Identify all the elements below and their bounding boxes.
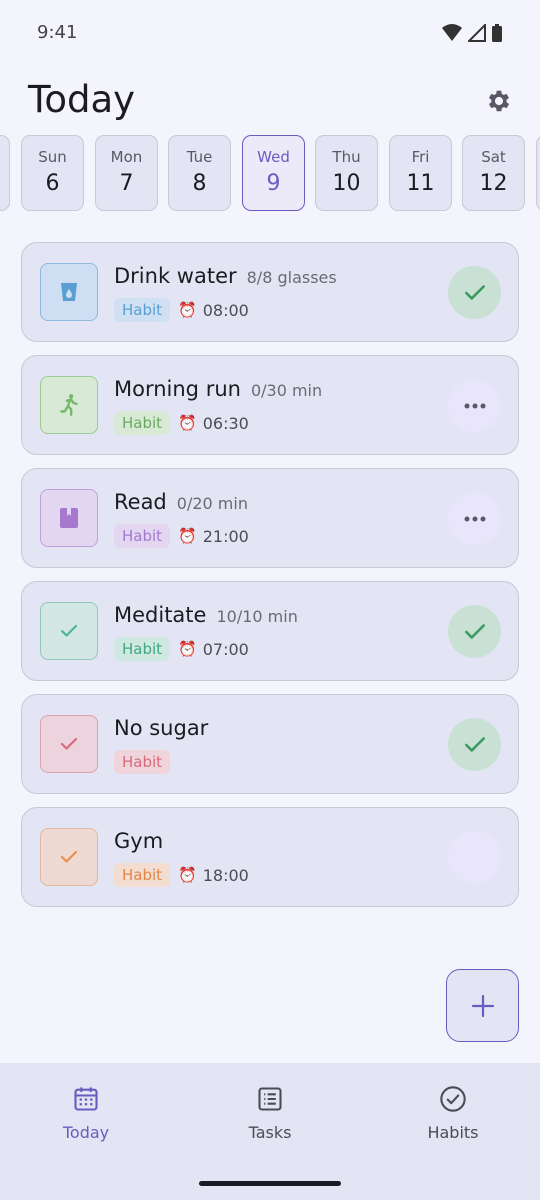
task-progress: 10/10 min bbox=[216, 607, 298, 626]
alarm-clock-icon: ⏰ bbox=[178, 640, 197, 658]
date-chip-mon[interactable]: Mon 7 bbox=[95, 135, 158, 211]
task-card-morning-run[interactable]: Morning run 0/30 min Habit ⏰ 06:30 bbox=[21, 355, 519, 455]
settings-button[interactable] bbox=[482, 84, 516, 118]
date-chip-thu[interactable]: Thu 10 bbox=[315, 135, 378, 211]
task-card-meditate[interactable]: Meditate 10/10 min Habit ⏰ 07:00 bbox=[21, 581, 519, 681]
habit-tag: Habit bbox=[114, 524, 171, 548]
nav-label: Habits bbox=[427, 1123, 479, 1142]
page-title: Today bbox=[28, 78, 136, 121]
battery-icon bbox=[492, 24, 502, 42]
task-title: Read bbox=[114, 490, 167, 514]
habit-tag: Habit bbox=[114, 750, 171, 774]
task-title: Gym bbox=[114, 829, 164, 853]
calendar-icon bbox=[74, 1087, 98, 1111]
task-title: Meditate bbox=[114, 603, 207, 627]
task-card-no-sugar[interactable]: No sugar Habit bbox=[21, 694, 519, 794]
date-chip-dow: Fri bbox=[411, 148, 430, 166]
habit-tag: Habit bbox=[114, 637, 171, 661]
date-chip-dom: 12 bbox=[479, 171, 508, 196]
alarm-clock-icon: ⏰ bbox=[178, 527, 197, 545]
habit-tag: Habit bbox=[114, 298, 171, 322]
task-time: 08:00 bbox=[202, 300, 249, 320]
list-icon bbox=[258, 1087, 282, 1111]
alarm-clock-icon: ⏰ bbox=[178, 866, 197, 884]
date-chip-dom: 9 bbox=[266, 171, 281, 196]
date-chip-sat[interactable]: Sat 12 bbox=[462, 135, 525, 211]
status-icons bbox=[442, 24, 502, 42]
book-icon bbox=[40, 489, 98, 547]
signal-icon bbox=[468, 24, 486, 42]
nav-label: Today bbox=[62, 1123, 110, 1142]
home-indicator[interactable] bbox=[199, 1181, 341, 1186]
complete-button[interactable] bbox=[448, 605, 501, 658]
add-button[interactable] bbox=[446, 969, 519, 1042]
bottom-nav: Today Tasks Habits bbox=[0, 1063, 540, 1200]
task-time: 06:30 bbox=[202, 413, 249, 433]
task-time: 21:00 bbox=[202, 526, 249, 546]
more-horizontal-icon bbox=[464, 403, 485, 408]
date-chip-wed-selected[interactable]: Wed 9 bbox=[242, 135, 305, 211]
check-icon bbox=[464, 736, 485, 752]
nav-label: Tasks bbox=[248, 1123, 292, 1142]
check-icon bbox=[40, 828, 98, 886]
water-glass-icon bbox=[40, 263, 98, 321]
task-title: Morning run bbox=[114, 377, 241, 401]
task-time: 07:00 bbox=[202, 639, 249, 659]
nav-item-habits[interactable]: Habits bbox=[393, 1085, 513, 1142]
date-chip-dom: 6 bbox=[45, 171, 60, 196]
date-chip-dow: Mon bbox=[110, 148, 143, 166]
date-chip-tue[interactable]: Tue 8 bbox=[168, 135, 231, 211]
task-progress: 0/20 min bbox=[176, 494, 248, 513]
date-chip-dom: 10 bbox=[332, 171, 361, 196]
task-card-gym[interactable]: Gym Habit ⏰ 18:00 bbox=[21, 807, 519, 907]
more-options-button[interactable] bbox=[448, 492, 501, 545]
habit-tag: Habit bbox=[114, 411, 171, 435]
task-title: No sugar bbox=[114, 716, 209, 740]
nav-item-tasks[interactable]: Tasks bbox=[210, 1085, 330, 1142]
header: Today bbox=[0, 70, 540, 130]
task-progress: 8/8 glasses bbox=[246, 268, 337, 287]
date-chip-dom: 8 bbox=[192, 171, 207, 196]
alarm-clock-icon: ⏰ bbox=[178, 414, 197, 432]
nav-item-today[interactable]: Today bbox=[26, 1085, 146, 1142]
status-bar: 9:41 bbox=[0, 0, 540, 66]
complete-button[interactable] bbox=[448, 266, 501, 319]
check-icon bbox=[464, 623, 485, 639]
habit-tag: Habit bbox=[114, 863, 171, 887]
date-chip-next[interactable] bbox=[536, 135, 540, 211]
complete-button[interactable] bbox=[448, 718, 501, 771]
check-icon bbox=[40, 602, 98, 660]
date-chip-dow: Sat bbox=[481, 148, 506, 166]
date-chip-dow: Wed bbox=[257, 148, 290, 166]
date-chip-dom: 11 bbox=[406, 171, 435, 196]
date-chip-dow: Sun bbox=[38, 148, 67, 166]
check-circle-icon bbox=[440, 1086, 466, 1112]
alarm-clock-icon: ⏰ bbox=[178, 301, 197, 319]
complete-button[interactable] bbox=[448, 831, 501, 884]
wifi-icon bbox=[442, 24, 462, 41]
more-options-button[interactable] bbox=[448, 379, 501, 432]
check-icon bbox=[40, 715, 98, 773]
date-chip-sun[interactable]: Sun 6 bbox=[21, 135, 84, 211]
status-time: 9:41 bbox=[37, 22, 78, 43]
date-chip-fri[interactable]: Fri 11 bbox=[389, 135, 452, 211]
plus-icon bbox=[471, 994, 494, 1017]
check-icon bbox=[464, 284, 485, 300]
task-card-read[interactable]: Read 0/20 min Habit ⏰ 21:00 bbox=[21, 468, 519, 568]
date-chip-prev[interactable] bbox=[0, 135, 10, 211]
task-progress: 0/30 min bbox=[250, 381, 323, 400]
date-chip-dow: Thu bbox=[332, 148, 361, 166]
date-strip: Sun 6 Mon 7 Tue 8 Wed 9 Thu 10 Fri 11 Sa… bbox=[0, 135, 540, 211]
task-title: Drink water bbox=[114, 264, 237, 288]
date-chip-dow: Tue bbox=[186, 148, 213, 166]
running-icon bbox=[40, 376, 98, 434]
date-chip-dom: 7 bbox=[119, 171, 134, 196]
task-time: 18:00 bbox=[202, 865, 249, 885]
task-card-drink-water[interactable]: Drink water 8/8 glasses Habit ⏰ 08:00 bbox=[21, 242, 519, 342]
gear-icon bbox=[488, 90, 510, 112]
more-horizontal-icon bbox=[464, 516, 485, 521]
